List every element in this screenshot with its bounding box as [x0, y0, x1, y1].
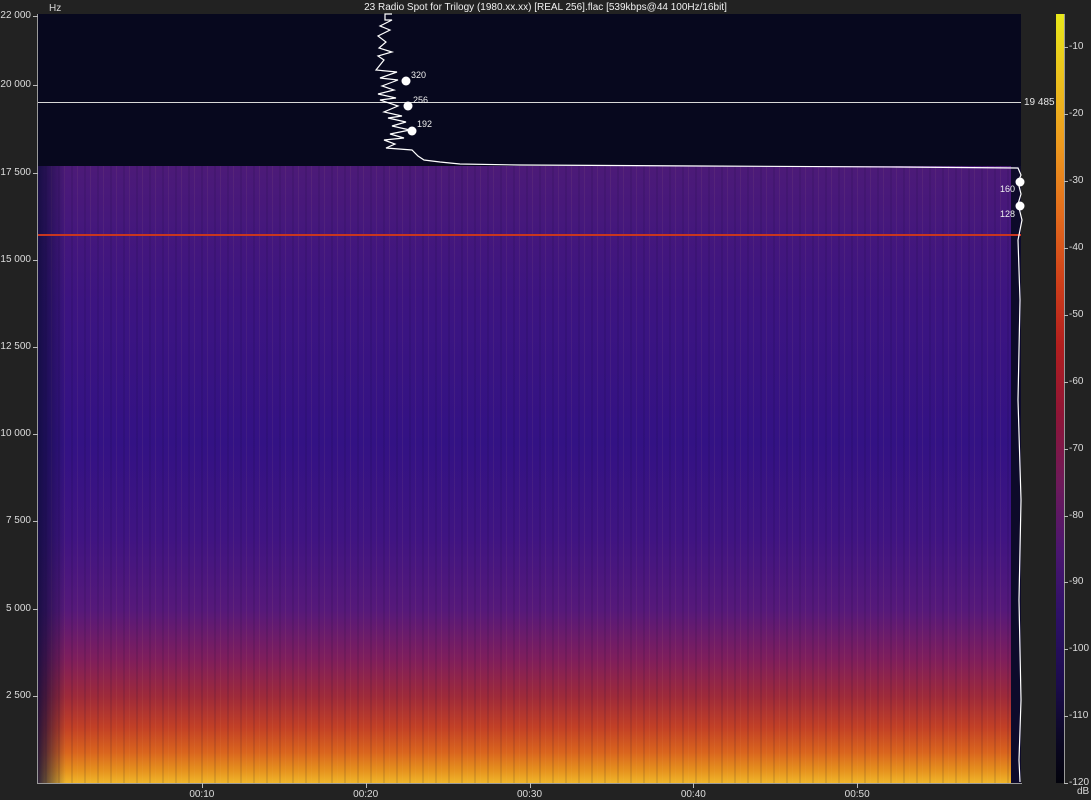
marker-256[interactable] — [403, 101, 413, 111]
marker-192-label: 192 — [417, 119, 433, 129]
colorbar-tick-mark — [1064, 515, 1068, 517]
colorbar-tick-mark — [1064, 582, 1068, 584]
marker-320[interactable] — [401, 76, 411, 86]
colorbar-tick-label: -60 — [1069, 375, 1084, 387]
colorbar-tick-mark — [1064, 649, 1068, 651]
colorbar-tick-mark — [1064, 314, 1068, 316]
colorbar-tick-label: -20 — [1069, 108, 1084, 120]
colorbar — [1056, 14, 1064, 783]
colorbar-tick-mark — [1064, 47, 1068, 49]
colorbar-tick-label: -40 — [1069, 242, 1084, 254]
colorbar-tick-label: -80 — [1069, 509, 1084, 521]
colorbar-tick-mark — [1064, 381, 1068, 383]
colorbar-tick-mark — [1064, 716, 1068, 718]
colorbar-tick-label: -120 — [1069, 777, 1090, 788]
colorbar-tick-label: -90 — [1069, 576, 1084, 588]
colorbar-tick-label: -110 — [1069, 710, 1089, 722]
marker-128-label: 128 — [1000, 209, 1016, 219]
colorbar-tick-mark — [1064, 114, 1068, 116]
colorbar-tick-label: -70 — [1069, 442, 1084, 454]
colorbar-tick-mark — [1064, 783, 1068, 784]
bitrate-trace-line — [374, 13, 1023, 783]
marker-192[interactable] — [407, 126, 417, 136]
bitrate-trace — [374, 13, 1023, 783]
colorbar-axis-line — [1064, 14, 1065, 783]
marker-256-label: 256 — [413, 95, 429, 105]
colorbar-tick-label: -50 — [1069, 308, 1084, 320]
colorbar-tick-label: -10 — [1069, 41, 1084, 53]
marker-320-label: 320 — [411, 70, 427, 80]
colorbar-tick-label: -100 — [1069, 643, 1090, 655]
colorbar-tick-label: -30 — [1069, 175, 1084, 187]
marker-128[interactable] — [1015, 201, 1025, 211]
colorbar-tick-mark — [1064, 248, 1068, 250]
marker-160-label: 160 — [1000, 184, 1016, 194]
marker-160[interactable] — [1015, 177, 1025, 187]
colorbar-tick-mark — [1064, 448, 1068, 450]
colorbar-tick-mark — [1064, 181, 1068, 183]
